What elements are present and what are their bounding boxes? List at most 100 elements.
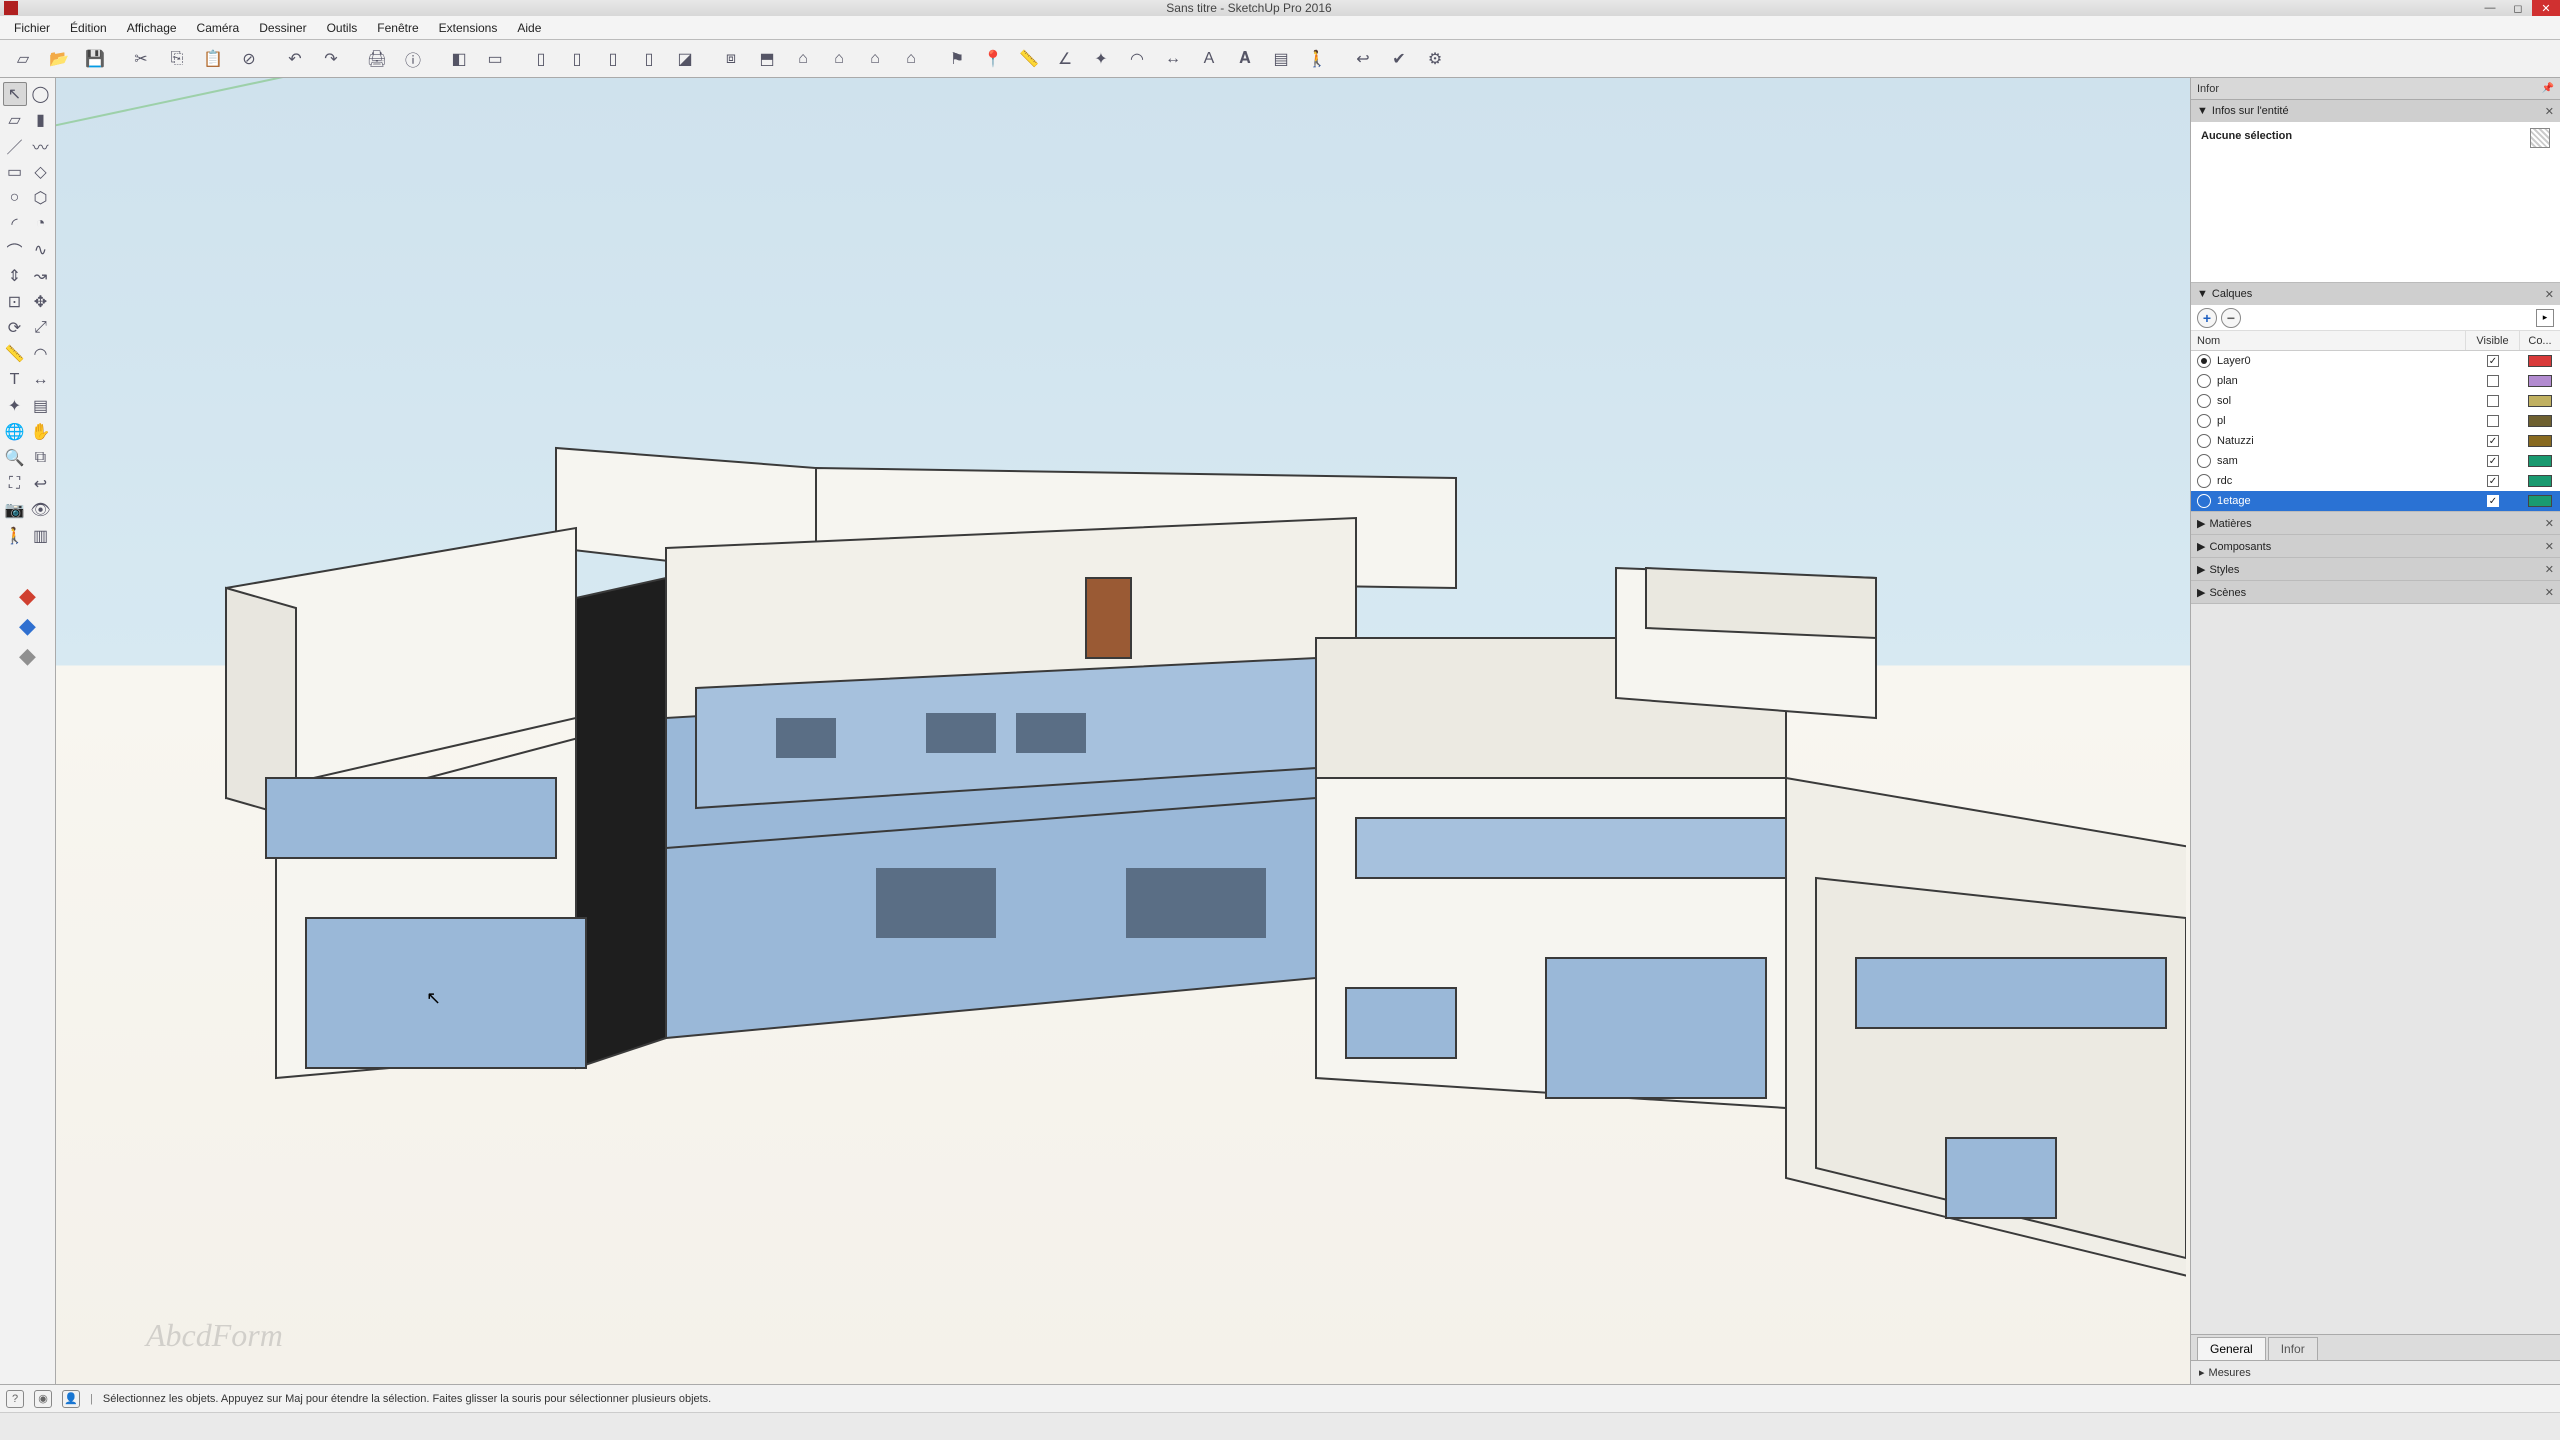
text-tool-tool[interactable]: T	[3, 368, 27, 392]
eraser-tool[interactable]: ▱	[3, 108, 27, 132]
protractor2-tool[interactable]: ◠	[29, 342, 53, 366]
menu-dessiner[interactable]: Dessiner	[251, 19, 314, 37]
lasso-tool[interactable]: ◯	[29, 82, 53, 106]
plugin-button[interactable]: ⚙	[1418, 42, 1452, 76]
walk-tool-tool[interactable]: 🚶	[3, 524, 27, 548]
print-button[interactable]: 🖨	[360, 42, 394, 76]
layer-active-radio[interactable]	[2197, 474, 2211, 488]
layer-menu-button[interactable]: ▸	[2536, 309, 2554, 327]
bezier-tool[interactable]: ∿	[29, 238, 53, 262]
geo-icon[interactable]: ◉	[34, 1390, 52, 1408]
layer-visible-checkbox[interactable]: ✓	[2487, 355, 2499, 367]
layer-color-swatch[interactable]	[2528, 495, 2552, 507]
panel-close-icon[interactable]: ✕	[2545, 105, 2554, 118]
layer-row-sol[interactable]: sol	[2191, 391, 2560, 411]
walk-button[interactable]: 🚶	[1300, 42, 1334, 76]
menu-fichier[interactable]: Fichier	[6, 19, 58, 37]
layer-row-plan[interactable]: plan	[2191, 371, 2560, 391]
user-icon[interactable]: 👤	[62, 1390, 80, 1408]
layer-row-sam[interactable]: sam✓	[2191, 451, 2560, 471]
axes-button[interactable]: ✦	[1084, 42, 1118, 76]
axes-tool-tool[interactable]: ✦	[3, 394, 27, 418]
pie-tool[interactable]: ◔	[29, 212, 53, 236]
open-file-button[interactable]: 📂	[42, 42, 76, 76]
pin-icon[interactable]: 📌	[2542, 83, 2554, 94]
layer-color-swatch[interactable]	[2528, 455, 2552, 467]
delete-layer-button[interactable]: −	[2221, 308, 2241, 328]
validate-button[interactable]: ✔	[1382, 42, 1416, 76]
tray-tab-infor[interactable]: Infor	[2268, 1337, 2318, 1360]
layer-active-radio[interactable]	[2197, 354, 2211, 368]
iso-view-button[interactable]: ◧	[442, 42, 476, 76]
back-view-button[interactable]: ▯	[560, 42, 594, 76]
pushpull-tool[interactable]: ⇕	[3, 264, 27, 288]
orbit-tool[interactable]: 🌐	[3, 420, 27, 444]
menu-outils[interactable]: Outils	[319, 19, 366, 37]
dim-button[interactable]: ↔	[1156, 42, 1190, 76]
house1-button[interactable]: ⌂	[786, 42, 820, 76]
protractor-button[interactable]: ◠	[1120, 42, 1154, 76]
marker-button[interactable]: 📍	[976, 42, 1010, 76]
look-tool[interactable]: 👁	[29, 498, 53, 522]
layer-color-swatch[interactable]	[2528, 475, 2552, 487]
close-button[interactable]: ✕	[2532, 0, 2560, 16]
panel-close-icon[interactable]: ✕	[2545, 288, 2554, 301]
menu-fenêtre[interactable]: Fenêtre	[369, 19, 426, 37]
menu-édition[interactable]: Édition	[62, 19, 115, 37]
layer-active-radio[interactable]	[2197, 414, 2211, 428]
panel-header-layers[interactable]: ▼Calques ✕	[2191, 283, 2560, 305]
tape-button[interactable]: 📏	[1012, 42, 1046, 76]
new-file-button[interactable]: ▱	[6, 42, 40, 76]
rot-rect-tool[interactable]: ◇	[29, 160, 53, 184]
right-view-button[interactable]: ▯	[632, 42, 666, 76]
model-info-button[interactable]: ⓘ	[396, 42, 430, 76]
prev-view-button[interactable]: ↩	[1346, 42, 1380, 76]
maximize-button[interactable]: ◻	[2504, 0, 2532, 16]
help-icon[interactable]: ?	[6, 1390, 24, 1408]
freehand-tool[interactable]: 〰	[29, 134, 53, 158]
pan-tool[interactable]: ✋	[29, 420, 53, 444]
col-color[interactable]: Co...	[2520, 331, 2560, 350]
copy-button[interactable]: ⎘	[160, 42, 194, 76]
position-cam-tool[interactable]: 📷	[3, 498, 27, 522]
tray-tab-general[interactable]: General	[2197, 1337, 2266, 1360]
panel-close-icon[interactable]: ✕	[2545, 563, 2554, 576]
menu-caméra[interactable]: Caméra	[189, 19, 248, 37]
layer-color-swatch[interactable]	[2528, 415, 2552, 427]
zoom-window-tool[interactable]: ⧉	[29, 446, 53, 470]
select-tool[interactable]: ↖	[3, 82, 27, 106]
iso-red-button[interactable]: ◆	[14, 582, 42, 610]
delete-button[interactable]: ⊘	[232, 42, 266, 76]
panel-header-styles[interactable]: ▶Styles✕	[2191, 558, 2560, 580]
redo-button[interactable]: ↷	[314, 42, 348, 76]
layer-visible-checkbox[interactable]	[2487, 415, 2499, 427]
panel-header-entity[interactable]: ▼Infos sur l'entité ✕	[2191, 100, 2560, 122]
col-visible[interactable]: Visible	[2466, 331, 2520, 350]
layer-color-swatch[interactable]	[2528, 375, 2552, 387]
polygon-tool[interactable]: ⬡	[29, 186, 53, 210]
panel-header-composants[interactable]: ▶Composants✕	[2191, 535, 2560, 557]
offset-tool[interactable]: ⊡	[3, 290, 27, 314]
zoom-tool[interactable]: 🔍	[3, 446, 27, 470]
save-file-button[interactable]: 💾	[78, 42, 112, 76]
layer-color-swatch[interactable]	[2528, 395, 2552, 407]
layer-row-rdc[interactable]: rdc✓	[2191, 471, 2560, 491]
layer-active-radio[interactable]	[2197, 434, 2211, 448]
layer-row-layer0[interactable]: Layer0✓	[2191, 351, 2560, 371]
undo-button[interactable]: ↶	[278, 42, 312, 76]
menu-extensions[interactable]: Extensions	[431, 19, 506, 37]
layer-active-radio[interactable]	[2197, 374, 2211, 388]
layer-visible-checkbox[interactable]	[2487, 395, 2499, 407]
panel-header-scènes[interactable]: ▶Scènes✕	[2191, 581, 2560, 603]
line-tool[interactable]: ／	[3, 134, 27, 158]
rectangle-tool[interactable]: ▭	[3, 160, 27, 184]
layer-row-pl[interactable]: pl	[2191, 411, 2560, 431]
house3-button[interactable]: ⌂	[858, 42, 892, 76]
layer-visible-checkbox[interactable]: ✓	[2487, 475, 2499, 487]
dim-tool-tool[interactable]: ↔	[29, 368, 53, 392]
text-button[interactable]: A	[1192, 42, 1226, 76]
left-view-button[interactable]: ▯	[596, 42, 630, 76]
section-plane-button[interactable]: ▤	[1264, 42, 1298, 76]
prev-tool[interactable]: ↩	[29, 472, 53, 496]
add-layer-button[interactable]: +	[2197, 308, 2217, 328]
